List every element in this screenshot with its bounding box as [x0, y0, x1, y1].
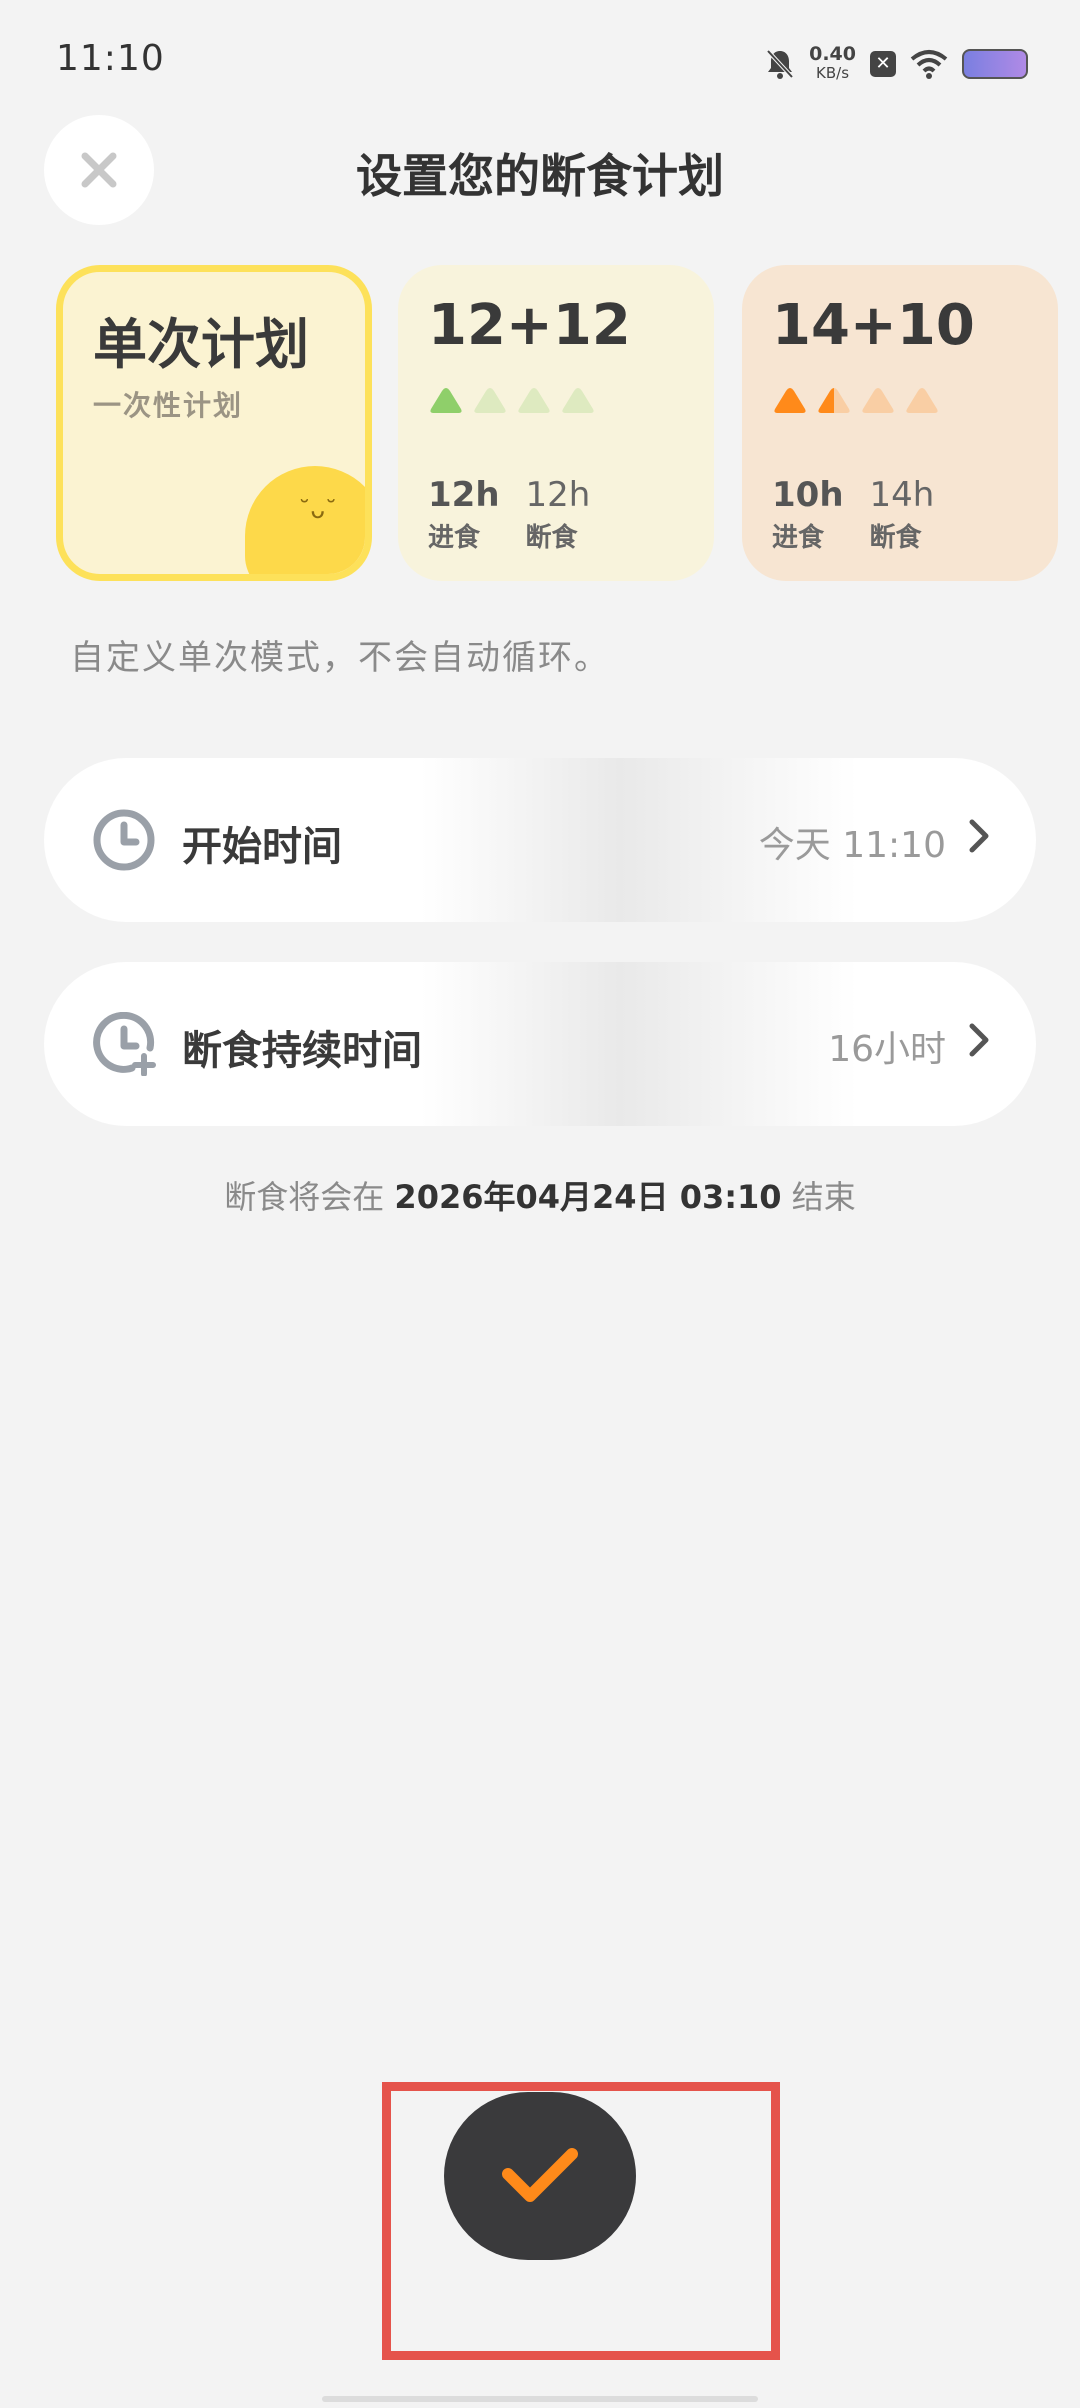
end-note-prefix: 断食将会在	[224, 1178, 385, 1216]
intensity-triangles	[772, 385, 940, 415]
eat-label: 进食	[772, 523, 825, 553]
chevron-right-icon	[969, 819, 989, 853]
eat-label: 进食	[428, 523, 481, 553]
net-speed: 0.40 KB/s	[809, 45, 856, 83]
fast-label: 断食	[525, 523, 578, 553]
home-indicator[interactable]	[322, 2396, 758, 2402]
fast-label: 断食	[869, 523, 922, 553]
status-time: 11:10	[56, 38, 165, 79]
fast-duration-row[interactable]: 断食持续时间 16小时	[44, 962, 1036, 1126]
fast-end-note: 断食将会在 2026年04月24日 03:10 结束	[0, 1172, 1080, 1218]
start-time-row[interactable]: 开始时间 今天 11:10	[44, 758, 1036, 922]
page-title: 设置您的断食计划	[356, 149, 724, 203]
net-speed-unit: KB/s	[816, 64, 850, 82]
start-time-value: 今天 11:10	[758, 825, 946, 866]
confirm-button[interactable]	[444, 2092, 636, 2260]
plan-card-12-12[interactable]: 12+12 12h 进食 12h 断食	[398, 265, 714, 581]
plan-title: 单次计划	[93, 313, 309, 376]
clock-plus-icon	[93, 1012, 156, 1076]
chevron-right-icon	[969, 1023, 989, 1057]
intensity-triangle-icon	[474, 388, 506, 413]
eat-hours: 10h	[772, 475, 844, 515]
chick-face-icon: ˘ᴗ˘	[298, 496, 337, 524]
fast-hours: 14h	[869, 475, 935, 515]
x-box-icon: ✕	[870, 51, 896, 77]
plan-subtitle: 一次性计划	[93, 389, 244, 422]
intensity-triangle-icon	[430, 388, 462, 413]
bell-off-icon	[766, 49, 794, 79]
plan-title: 12+12	[428, 293, 631, 358]
intensity-triangle-icon	[818, 388, 850, 413]
net-speed-value: 0.40	[809, 43, 856, 65]
intensity-triangle-icon	[562, 388, 594, 413]
wifi-icon	[910, 50, 948, 79]
clock-icon	[93, 809, 155, 871]
fast-duration-value: 16小时	[828, 1029, 946, 1070]
end-datetime: 2026年04月24日 03:10	[394, 1178, 782, 1216]
intensity-triangle-icon	[518, 388, 550, 413]
eat-hours: 12h	[428, 475, 500, 515]
end-note-suffix: 结束	[791, 1178, 856, 1216]
fast-block: 12h 断食	[526, 475, 591, 554]
fast-duration-label: 断食持续时间	[182, 1028, 422, 1074]
fast-block: 14h 断食	[870, 475, 935, 554]
plan-title: 14+10	[772, 293, 975, 358]
start-time-label: 开始时间	[182, 824, 342, 870]
plan-card-single[interactable]: 单次计划 一次性计划 ˘ᴗ˘	[56, 265, 372, 581]
intensity-triangle-icon	[906, 388, 938, 413]
plan-hours: 12h 进食 12h 断食	[428, 475, 590, 554]
eat-block: 12h 进食	[428, 475, 500, 554]
status-icons: 0.40 KB/s ✕	[765, 42, 1028, 86]
plan-description: 自定义单次模式，不会自动循环。	[70, 638, 610, 678]
battery-icon	[962, 49, 1028, 79]
intensity-triangles	[428, 385, 596, 415]
intensity-triangle-icon	[774, 388, 806, 413]
status-bar: 11:10 0.40 KB/s ✕	[0, 0, 1080, 120]
fast-hours: 12h	[525, 475, 591, 515]
check-icon	[502, 2148, 578, 2202]
eat-block: 10h 进食	[772, 475, 844, 554]
intensity-triangle-icon	[862, 388, 894, 413]
plan-hours: 10h 进食 14h 断食	[772, 475, 934, 554]
plan-card-14-10[interactable]: 14+10 10h 进食 14h 断食	[742, 265, 1058, 581]
